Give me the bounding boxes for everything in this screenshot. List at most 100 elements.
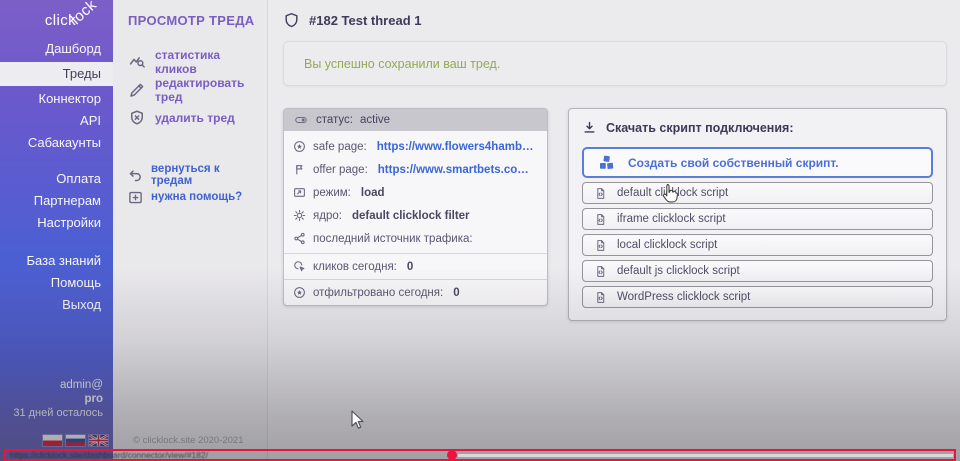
language-switcher bbox=[43, 435, 108, 446]
file-code-icon bbox=[594, 291, 607, 304]
stats-icon bbox=[128, 53, 146, 71]
scripts-title: Скачать скрипт подключения: bbox=[606, 121, 794, 135]
copyright-text: © clicklock.site 2020-2021 bbox=[133, 435, 244, 446]
file-code-icon bbox=[594, 213, 607, 226]
click-icon bbox=[293, 260, 306, 273]
blocks-icon bbox=[597, 153, 616, 172]
shield-x-icon bbox=[128, 109, 146, 127]
sidebar-item-knowledge-base[interactable]: База знаний bbox=[0, 250, 113, 272]
sidebar-item-help[interactable]: Помощь bbox=[0, 272, 113, 294]
offer-page-link[interactable]: https://www.smartbets.com/football/tea..… bbox=[378, 164, 538, 176]
sidebar-item-logout[interactable]: Выход bbox=[0, 294, 113, 316]
video-progress-scrubber[interactable] bbox=[447, 450, 457, 460]
sidebar-nav: Дашборд Треды Коннектор API Сабакаунты О… bbox=[0, 38, 113, 316]
delete-thread-label: удалить тред bbox=[155, 111, 235, 125]
edit-thread-link[interactable]: редактировать тред bbox=[128, 76, 260, 104]
panel-links: вернуться к тредам нужна помощь? bbox=[128, 164, 260, 208]
panel-actions: статистика кликов редактировать тред уда… bbox=[128, 48, 260, 132]
file-code-icon bbox=[594, 187, 607, 200]
sidebar-item-api[interactable]: API bbox=[0, 110, 113, 132]
wordpress-script-button[interactable]: WordPress clicklock script bbox=[582, 286, 933, 308]
filtered-today-value: 0 bbox=[453, 287, 459, 299]
poland-flag-icon[interactable] bbox=[43, 435, 62, 446]
file-code-icon bbox=[594, 265, 607, 278]
file-code-icon bbox=[594, 239, 607, 252]
thread-header: #182 Test thread 1 bbox=[283, 7, 947, 33]
toggle-icon bbox=[293, 114, 309, 126]
status-value: active bbox=[360, 114, 390, 126]
offer-page-label: offer page: bbox=[313, 164, 368, 176]
clicks-today-label: кликов сегодня: bbox=[313, 261, 397, 273]
thread-status-card: статус: active safe page: https://www.flo… bbox=[283, 108, 548, 306]
download-scripts-card: Скачать скрипт подключения: Создать свой… bbox=[568, 108, 947, 321]
account-info: admin@ pro 31 дней осталось bbox=[0, 378, 113, 420]
main-content: #182 Test thread 1 Вы успешно сохранили … bbox=[268, 0, 960, 461]
scripts-header: Скачать скрипт подключения: bbox=[582, 120, 933, 135]
account-email: admin@ bbox=[0, 378, 103, 392]
safe-page-link[interactable]: https://www.flowers4hamburg.com/ bbox=[377, 141, 538, 153]
star-badge-icon bbox=[293, 286, 306, 299]
create-custom-script-label: Создать свой собственный скрипт. bbox=[628, 156, 839, 170]
sidebar-item-subaccounts[interactable]: Сабакаунты bbox=[0, 132, 113, 154]
edit-thread-label: редактировать тред bbox=[155, 76, 260, 104]
share-icon bbox=[293, 232, 306, 245]
default-script-label: default clicklock script bbox=[617, 187, 728, 199]
wordpress-script-label: WordPress clicklock script bbox=[617, 291, 750, 303]
back-to-threads-link[interactable]: вернуться к тредам bbox=[128, 164, 260, 186]
flag-icon bbox=[293, 163, 306, 176]
back-to-threads-label: вернуться к тредам bbox=[151, 163, 260, 187]
account-plan: pro bbox=[0, 392, 103, 406]
cards-row: статус: active safe page: https://www.flo… bbox=[283, 108, 947, 321]
shield-icon bbox=[283, 11, 300, 30]
filtered-today-row: отфильтровано сегодня: 0 bbox=[284, 279, 547, 305]
russia-flag-icon[interactable] bbox=[66, 435, 85, 446]
sidebar-item-payment[interactable]: Оплата bbox=[0, 168, 113, 190]
safe-page-row: safe page: https://www.flowers4hamburg.c… bbox=[284, 135, 547, 158]
safe-page-label: safe page: bbox=[313, 141, 367, 153]
sidebar-item-partners[interactable]: Партнерам bbox=[0, 190, 113, 212]
status-label: статус: bbox=[316, 114, 353, 126]
sidebar-item-settings[interactable]: Настройки bbox=[0, 212, 113, 234]
core-value: default clicklock filter bbox=[352, 210, 470, 222]
mode-icon bbox=[293, 186, 306, 199]
star-circle-icon bbox=[293, 140, 306, 153]
account-days-left: 31 дней осталось bbox=[0, 406, 103, 420]
video-progress-track[interactable] bbox=[458, 454, 953, 457]
clicks-today-row: кликов сегодня: 0 bbox=[284, 253, 547, 279]
clicks-today-value: 0 bbox=[407, 261, 413, 273]
core-label: ядро: bbox=[313, 210, 342, 222]
click-stats-link[interactable]: статистика кликов bbox=[128, 48, 260, 76]
need-help-label: нужна помощь? bbox=[151, 191, 242, 203]
uk-flag-icon[interactable] bbox=[89, 435, 108, 446]
default-js-script-label: default js clicklock script bbox=[617, 265, 740, 277]
delete-thread-link[interactable]: удалить тред bbox=[128, 104, 260, 132]
mode-row: режим: load bbox=[284, 181, 547, 204]
create-custom-script-button[interactable]: Создать свой собственный скрипт. bbox=[582, 147, 933, 178]
sidebar-item-connector[interactable]: Коннектор bbox=[0, 88, 113, 110]
local-script-button[interactable]: local clicklock script bbox=[582, 234, 933, 256]
thread-view-panel: ПРОСМОТР ТРЕДА статистика кликов редакти… bbox=[113, 0, 268, 461]
local-script-label: local clicklock script bbox=[617, 239, 717, 251]
need-help-link[interactable]: нужна помощь? bbox=[128, 186, 260, 208]
gear-icon bbox=[293, 209, 306, 222]
default-script-button[interactable]: default clicklock script bbox=[582, 182, 933, 204]
iframe-script-button[interactable]: iframe clicklock script bbox=[582, 208, 933, 230]
sidebar: click lock Дашборд Треды Коннектор API С… bbox=[0, 0, 113, 461]
iframe-script-label: iframe clicklock script bbox=[617, 213, 726, 225]
sidebar-item-threads[interactable]: Треды bbox=[0, 62, 113, 86]
core-row: ядро: default clicklock filter bbox=[284, 204, 547, 227]
app-root: click lock Дашборд Треды Коннектор API С… bbox=[0, 0, 960, 461]
status-header: статус: active bbox=[284, 109, 547, 131]
last-traffic-source-label: последний источник трафика: bbox=[313, 233, 473, 245]
mode-label: режим: bbox=[313, 187, 351, 199]
filtered-today-label: отфильтровано сегодня: bbox=[313, 287, 443, 299]
default-js-script-button[interactable]: default js clicklock script bbox=[582, 260, 933, 282]
logo[interactable]: click lock bbox=[0, 0, 113, 42]
mode-value: load bbox=[361, 187, 385, 199]
success-alert-text: Вы успешно сохранили ваш тред. bbox=[304, 57, 500, 71]
download-icon bbox=[582, 120, 597, 135]
help-icon bbox=[128, 190, 143, 205]
undo-icon bbox=[128, 168, 143, 183]
click-stats-label: статистика кликов bbox=[155, 48, 260, 76]
success-alert: Вы успешно сохранили ваш тред. bbox=[283, 41, 947, 86]
